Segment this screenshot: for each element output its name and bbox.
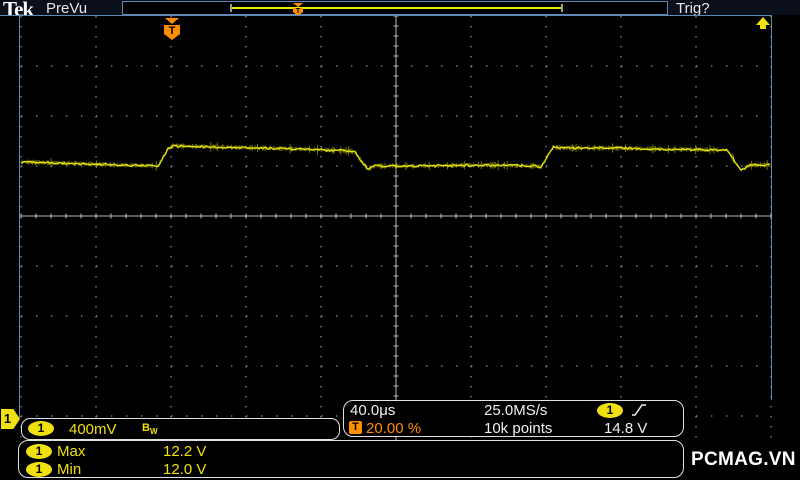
watermark: PCMAG.VN (691, 449, 796, 470)
trigger-level: 14.8 V (604, 420, 648, 437)
channel1-ground-marker: 1 (1, 409, 20, 429)
bandwidth-limit-icon: BW (142, 422, 158, 437)
trigger-position-percent: 20.00 % (366, 420, 422, 437)
channel1-ground-marker-label: 1 (3, 411, 12, 426)
top-status-bar: Tek PreVu T Trig? (0, 0, 800, 21)
horizontal-trigger-readout: 40.0μs 25.0MS/s 1 T 20.00 % 10k points 1… (343, 400, 684, 437)
measurement-value: 12.0 V (163, 461, 207, 478)
trigger-source-badge: 1 (597, 403, 623, 418)
channel1-readout: 1 400mV BW (21, 418, 340, 440)
trigger-position-record-icon: T (293, 3, 303, 16)
measurement-name: Max (57, 443, 86, 460)
window-bracket-right-icon (561, 4, 563, 12)
time-per-div: 40.0μs (350, 402, 396, 419)
measurement-value: 12.2 V (163, 443, 207, 460)
channel1-scale: 400mV (69, 421, 117, 438)
trigger-badge-icon: T (349, 421, 362, 434)
measurement-channel-badge: 1 (26, 462, 52, 477)
oscilloscope-screen: Tek PreVu T Trig? T 1 1 400mV BW 40.0μs (0, 0, 800, 480)
trigger-slope-rising-icon (632, 404, 646, 416)
graticule-waveform-display: T (20, 16, 772, 440)
sample-rate: 25.0MS/s (484, 402, 548, 419)
record-length: 10k points (484, 420, 553, 437)
measurement-row-min: 1 Min 12.0 V (19, 461, 683, 479)
channel1-badge: 1 (28, 421, 54, 436)
measurements-panel: 1 Max 12.2 V 1 Min 12.0 V (18, 440, 684, 478)
display-window-line (232, 7, 562, 9)
measurement-name: Min (57, 461, 82, 478)
acquisition-record-bar: T (122, 1, 668, 16)
svg-text:T: T (169, 25, 176, 37)
measurement-channel-badge: 1 (26, 444, 52, 459)
measurement-row-max: 1 Max 12.2 V (19, 443, 683, 461)
svg-text:T: T (296, 8, 301, 15)
